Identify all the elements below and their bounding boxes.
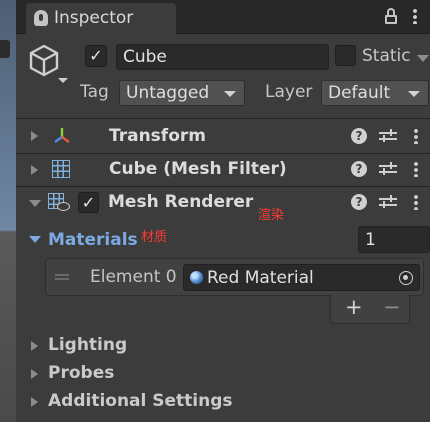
help-icon[interactable]: ? bbox=[351, 128, 367, 144]
component-menu-icon[interactable] bbox=[414, 194, 418, 210]
collapse-arrow-icon[interactable] bbox=[31, 165, 38, 175]
materials-expand-icon[interactable] bbox=[29, 236, 41, 243]
component-title: Mesh Renderer bbox=[108, 192, 254, 212]
expand-arrow-icon[interactable] bbox=[29, 200, 41, 207]
chevron-down-icon bbox=[224, 91, 236, 97]
material-sphere-icon bbox=[190, 271, 203, 284]
list-add-remove-footer: + − bbox=[330, 295, 410, 324]
layer-dropdown[interactable]: Default bbox=[321, 80, 429, 106]
active-checkbox[interactable]: ✓ bbox=[85, 45, 107, 67]
divider bbox=[16, 118, 430, 119]
component-title: Transform bbox=[109, 126, 206, 146]
remove-element-button[interactable]: − bbox=[383, 295, 401, 319]
component-header-mesh-renderer[interactable]: ✓ Mesh Renderer 渲染 ? bbox=[16, 187, 430, 223]
foldout-lighting[interactable]: Lighting bbox=[48, 335, 127, 355]
component-enabled-checkbox[interactable]: ✓ bbox=[78, 192, 99, 213]
tab-bar: Inspector bbox=[16, 0, 430, 34]
tag-label: Tag bbox=[80, 82, 109, 102]
static-dropdown-icon[interactable] bbox=[417, 55, 429, 62]
presets-icon[interactable] bbox=[379, 194, 397, 210]
layer-value: Default bbox=[328, 83, 391, 103]
collapse-arrow-icon[interactable] bbox=[31, 369, 38, 379]
transform-axes-icon bbox=[54, 128, 70, 143]
collapse-arrow-icon[interactable] bbox=[31, 131, 38, 141]
component-header-transform[interactable]: Transform ? bbox=[16, 120, 430, 153]
collapse-arrow-icon[interactable] bbox=[31, 397, 38, 407]
foldout-probes[interactable]: Probes bbox=[48, 363, 114, 383]
gameobject-cube-icon[interactable] bbox=[28, 42, 68, 86]
chevron-down-icon bbox=[408, 91, 420, 97]
tab-title: Inspector bbox=[54, 8, 134, 28]
component-header-mesh-filter[interactable]: Cube (Mesh Filter) ? bbox=[16, 154, 430, 187]
materials-label[interactable]: Materials bbox=[48, 230, 138, 250]
tag-dropdown[interactable]: Untagged bbox=[119, 80, 245, 106]
component-menu-icon[interactable] bbox=[414, 128, 418, 144]
mesh-renderer-icon bbox=[48, 193, 70, 213]
object-name-value: Cube bbox=[123, 47, 167, 67]
static-checkbox[interactable] bbox=[335, 45, 356, 66]
panel-menu-icon[interactable] bbox=[413, 8, 417, 24]
scene-view-edge bbox=[0, 0, 16, 422]
element-label: Element 0 bbox=[90, 267, 177, 287]
layer-label: Layer bbox=[265, 82, 313, 102]
component-title: Cube (Mesh Filter) bbox=[109, 159, 287, 179]
presets-icon[interactable] bbox=[379, 161, 397, 177]
presets-icon[interactable] bbox=[379, 128, 397, 144]
static-label: Static bbox=[362, 46, 411, 66]
help-icon[interactable]: ? bbox=[351, 194, 367, 210]
foldout-additional-settings[interactable]: Additional Settings bbox=[48, 391, 233, 411]
inspector-tab[interactable]: Inspector bbox=[26, 3, 176, 34]
annotation-render: 渲染 bbox=[258, 208, 285, 223]
collapse-arrow-icon[interactable] bbox=[31, 341, 38, 351]
mesh-grid-icon bbox=[52, 160, 70, 178]
materials-count-field[interactable]: 1 bbox=[358, 226, 430, 253]
object-name-field[interactable]: Cube bbox=[116, 44, 329, 70]
materials-list: Element 0 Red Material bbox=[45, 258, 424, 296]
component-menu-icon[interactable] bbox=[414, 161, 418, 177]
drag-handle-icon[interactable] bbox=[55, 274, 69, 280]
inspector-icon bbox=[34, 10, 48, 26]
annotation-material: 材质 bbox=[141, 230, 168, 245]
tag-value: Untagged bbox=[126, 83, 210, 103]
material-object-field[interactable]: Red Material bbox=[183, 264, 420, 291]
add-element-button[interactable]: + bbox=[345, 295, 363, 319]
materials-count-value: 1 bbox=[365, 230, 376, 250]
object-picker-icon[interactable] bbox=[399, 271, 413, 285]
help-icon[interactable]: ? bbox=[351, 161, 367, 177]
lock-icon[interactable] bbox=[385, 8, 397, 24]
material-value: Red Material bbox=[207, 268, 314, 288]
